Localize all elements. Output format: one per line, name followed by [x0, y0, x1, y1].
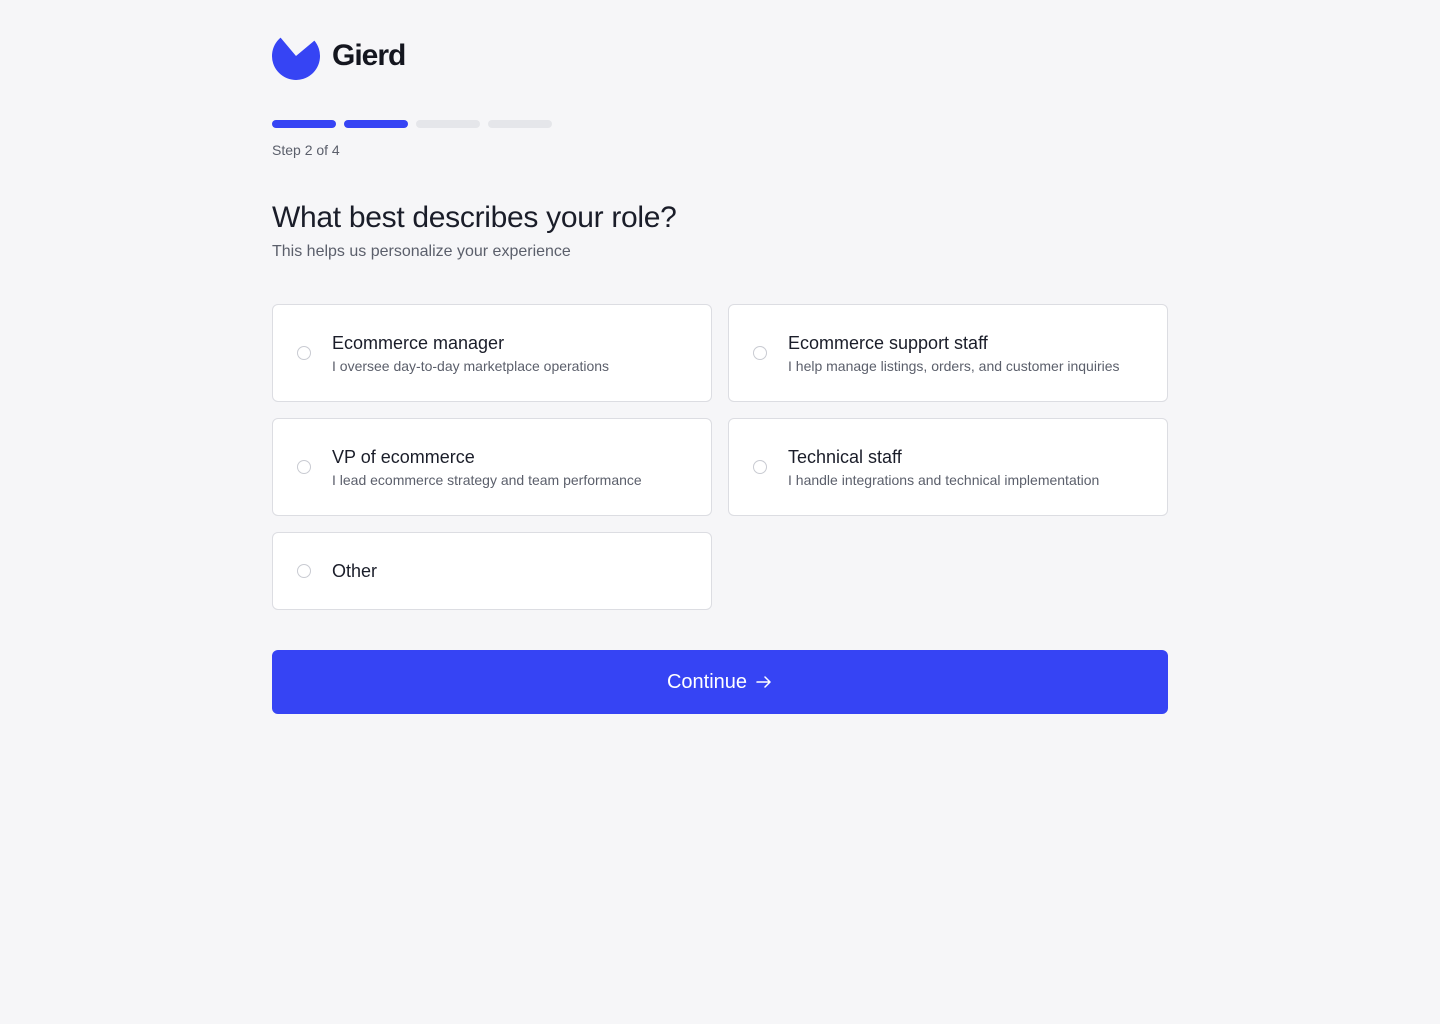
option-title: Other: [332, 561, 378, 581]
step-label: Step 2 of 4: [272, 142, 340, 158]
continue-button-label: Continue: [666, 670, 748, 693]
role-option-ecommerce-support-staff[interactable]: Ecommerce support staff I help manage li…: [728, 304, 1168, 402]
role-option-vp-of-ecommerce[interactable]: VP of ecommerce I lead ecommerce strateg…: [272, 418, 712, 516]
progress-segment-3: [416, 120, 480, 128]
progress-segment-1: [272, 120, 336, 128]
option-title: Technical staff: [788, 447, 902, 467]
role-option-ecommerce-manager[interactable]: Ecommerce manager I oversee day-to-day m…: [272, 304, 712, 402]
page-title: What best describes your role?: [272, 201, 677, 234]
option-text: Technical staff I handle integrations an…: [788, 445, 1099, 489]
brand-name: Gierd: [332, 39, 406, 72]
role-option-other[interactable]: Other: [272, 532, 712, 610]
arrow-right-icon: [756, 676, 771, 688]
brand-logo: Gierd: [272, 32, 406, 80]
gierd-logo-icon: [272, 37, 320, 80]
radio-button[interactable]: [297, 460, 311, 474]
option-title: Ecommerce support staff: [788, 333, 988, 353]
option-text: VP of ecommerce I lead ecommerce strateg…: [332, 445, 642, 489]
radio-button[interactable]: [297, 346, 311, 360]
option-title: Ecommerce manager: [332, 333, 505, 353]
radio-button[interactable]: [297, 564, 311, 578]
progress-segment-4: [488, 120, 552, 128]
option-title: VP of ecommerce: [332, 447, 475, 467]
continue-button[interactable]: Continue: [272, 650, 1168, 714]
radio-button[interactable]: [753, 346, 767, 360]
role-options: Ecommerce manager I oversee day-to-day m…: [272, 304, 1168, 610]
progress-segment-2: [344, 120, 408, 128]
radio-button[interactable]: [753, 460, 767, 474]
option-text: Ecommerce manager I oversee day-to-day m…: [332, 331, 609, 375]
page-subtitle: This helps us personalize your experienc…: [272, 243, 571, 260]
option-description: I handle integrations and technical impl…: [788, 472, 1100, 488]
option-text: Ecommerce support staff I help manage li…: [788, 331, 1120, 375]
option-description: I lead ecommerce strategy and team perfo…: [332, 472, 642, 488]
option-description: I help manage listings, orders, and cust…: [788, 358, 1120, 374]
role-option-technical-staff[interactable]: Technical staff I handle integrations an…: [728, 418, 1168, 516]
step-progress-bar: [272, 120, 552, 128]
option-text: Other: [332, 559, 377, 583]
option-description: I oversee day-to-day marketplace operati…: [332, 358, 610, 374]
